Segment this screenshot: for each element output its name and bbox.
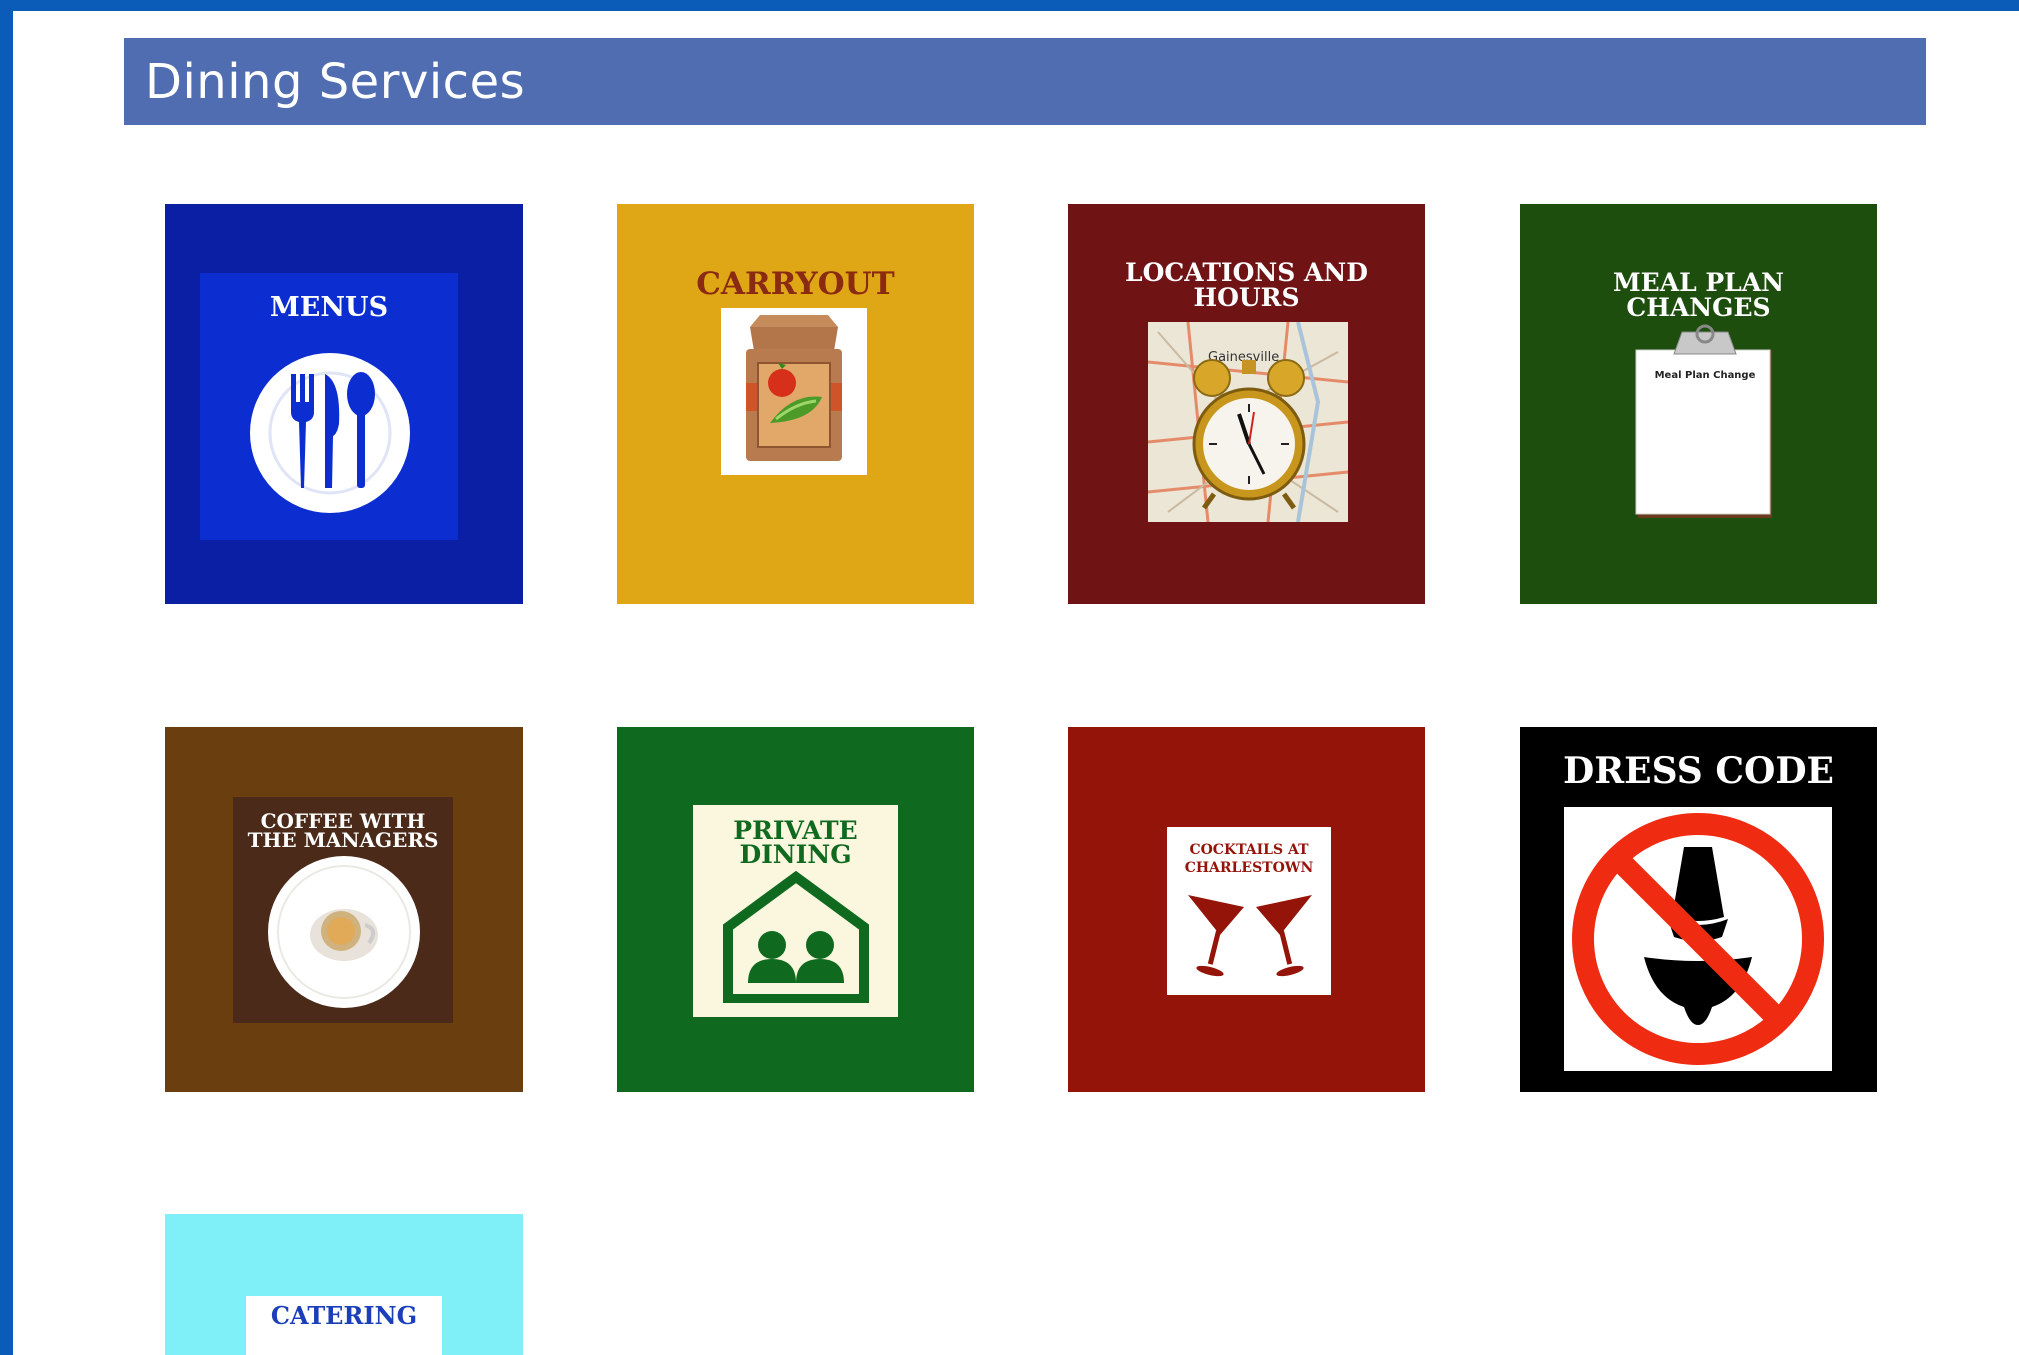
locations-hours-tile[interactable]: LOCATIONS AND HOURS Gainesville bbox=[1068, 204, 1425, 604]
dress-code-tile[interactable]: DRESS CODE bbox=[1520, 727, 1877, 1092]
menus-label: MENUS bbox=[269, 292, 389, 323]
cutlery-plate-icon bbox=[247, 350, 413, 516]
carryout-tile[interactable]: CARRYOUT bbox=[617, 204, 974, 604]
cocktail-glasses-icon bbox=[1186, 885, 1314, 981]
meal-plan-changes-label: MEAL PLAN CHANGES bbox=[1612, 268, 1785, 322]
coffee-with-managers-label: COFFEE WITH THE MANAGERS bbox=[247, 809, 439, 852]
cocktails-tile[interactable]: COCKTAILS AT CHARLESTOWN bbox=[1068, 727, 1425, 1092]
window-frame-left bbox=[0, 0, 13, 1355]
coffee-with-managers-tile[interactable]: COFFEE WITH THE MANAGERS bbox=[165, 727, 523, 1092]
window-frame-top bbox=[0, 0, 2019, 11]
meal-plan-changes-tile[interactable]: MEAL PLAN CHANGES Meal Plan Change bbox=[1520, 204, 1877, 604]
grocery-bag-icon bbox=[730, 311, 858, 469]
no-swimwear-icon bbox=[1564, 807, 1832, 1071]
private-dining-tile[interactable]: PRIVATE DINING bbox=[617, 727, 974, 1092]
page-header: Dining Services bbox=[124, 38, 1926, 125]
menus-tile[interactable]: MENUS bbox=[165, 204, 523, 604]
locations-hours-label: LOCATIONS AND HOURS bbox=[1125, 258, 1368, 312]
coffee-cup-icon bbox=[267, 855, 421, 1009]
cocktails-label: COCKTAILS AT CHARLESTOWN bbox=[1184, 842, 1314, 876]
clipboard-icon: Meal Plan Change bbox=[1630, 322, 1780, 522]
catering-label: CATERING bbox=[270, 1301, 418, 1330]
house-people-icon bbox=[722, 871, 870, 1003]
clipboard-paper-text: Meal Plan Change bbox=[1654, 370, 1756, 381]
page-title: Dining Services bbox=[145, 53, 526, 110]
dress-code-label: DRESS CODE bbox=[1563, 750, 1834, 792]
private-dining-label: PRIVATE DINING bbox=[733, 816, 858, 869]
carryout-label: CARRYOUT bbox=[696, 266, 895, 302]
catering-tile[interactable]: CATERING bbox=[165, 1214, 523, 1355]
alarm-clock-icon bbox=[1184, 354, 1314, 514]
